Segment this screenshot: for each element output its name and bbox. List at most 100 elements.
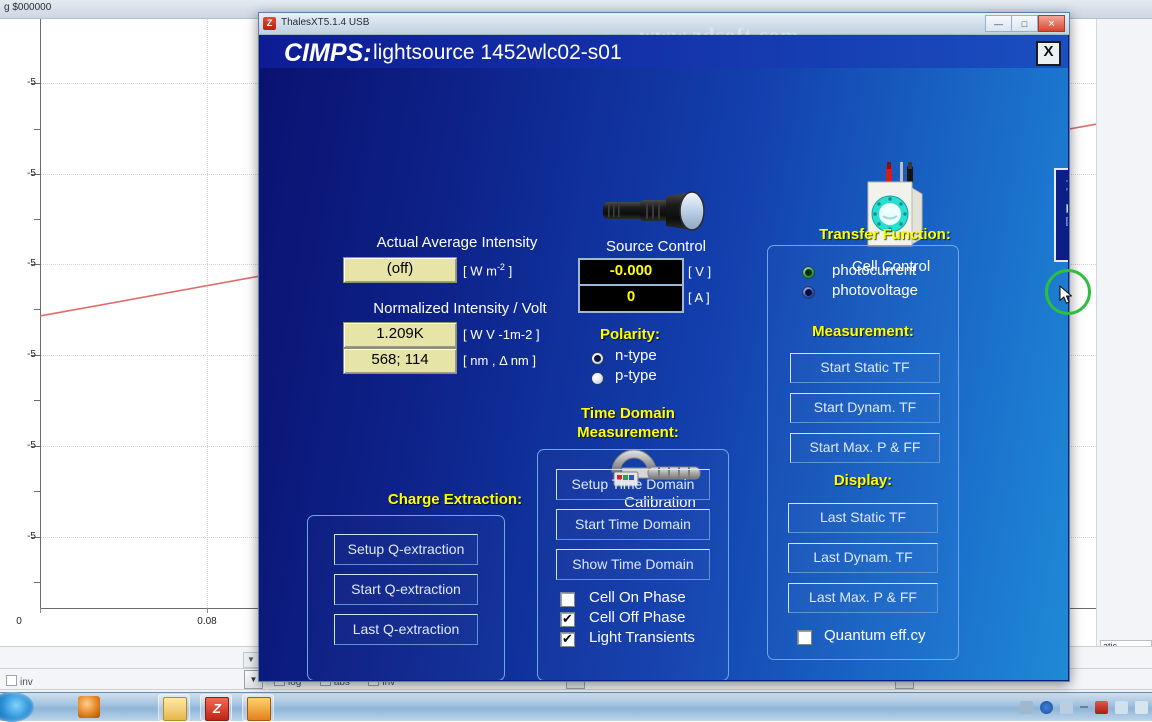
last-q-extraction-label: Last Q-extraction <box>352 621 460 637</box>
y-tick-label: -5 <box>27 531 36 542</box>
checkbox-cell-off-phase[interactable] <box>560 611 575 627</box>
explorer-taskbar-button[interactable] <box>158 694 190 721</box>
setup-q-extraction-button[interactable]: Setup Q-extraction <box>334 534 478 565</box>
polarity-label-n-type: n-type <box>615 347 657 364</box>
tray-action-center-icon[interactable] <box>1060 700 1073 714</box>
unit-suffix: ] <box>504 263 513 279</box>
thales-taskbar-button[interactable]: Z <box>200 694 232 721</box>
voltage-readout: -0.000 <box>578 258 684 287</box>
checkbox-cell-on-phase-label: Cell On Phase <box>589 589 686 606</box>
time-domain-title-line2: Measurement: <box>577 424 679 441</box>
sweep-thumb-label-2: parameters <box>1066 186 1068 191</box>
media-player-icon[interactable] <box>78 696 100 718</box>
show-time-domain-label: Show Time Domain <box>572 556 694 572</box>
polarity-radio-p-type[interactable] <box>591 372 604 385</box>
wavelength-unit: [ nm , Δ nm ] <box>463 353 536 368</box>
start-max-p-ff-button[interactable]: Start Max. P & FF <box>790 433 940 463</box>
display-title: Display: <box>833 472 893 489</box>
y-tick-label: -5 <box>27 349 36 360</box>
tray-screenrec-icon[interactable] <box>1135 700 1148 714</box>
z-app-icon: Z <box>205 697 229 721</box>
sweep-eis-setup-button[interactable]: recording parameters Sweep & EIS setup <box>1054 168 1068 262</box>
actual-average-intensity-title: Actual Average Intensity <box>376 234 538 251</box>
document-name-label: lightsource 1452wlc02-s01 <box>373 41 622 64</box>
normalized-intensity-unit: [ W V -1m-2 ] <box>463 327 540 342</box>
checkbox-quantum-efficiency-label: Quantum eff.cy <box>824 627 926 644</box>
normalized-intensity-value[interactable]: 1.209K <box>343 322 457 348</box>
checkbox-light-transients[interactable] <box>560 631 575 647</box>
x-tick <box>40 608 41 613</box>
chart-app-icon <box>247 697 271 721</box>
last-max-p-ff-button[interactable]: Last Max. P & FF <box>788 583 938 613</box>
radio-photovoltage-label: photovoltage <box>832 282 918 299</box>
sweep-overlay-line1: Sweep & <box>1056 196 1068 216</box>
last-q-extraction-button[interactable]: Last Q-extraction <box>334 614 478 645</box>
windows-taskbar: Z <box>0 692 1152 722</box>
bg-scroll-arrow[interactable]: ▼ <box>243 652 259 668</box>
radio-photovoltage[interactable] <box>802 286 815 299</box>
sweep-overlay-line2: EIS setup <box>1056 224 1068 244</box>
start-q-extraction-button[interactable]: Start Q-extraction <box>334 574 478 605</box>
start-q-extraction-label: Start Q-extraction <box>351 581 461 597</box>
last-static-tf-button[interactable]: Last Static TF <box>788 503 938 533</box>
y-tick-label: -5 <box>27 440 36 451</box>
dialog-close-button[interactable]: X <box>1036 41 1061 66</box>
checkbox-cell-on-phase[interactable] <box>560 592 575 607</box>
voltage-unit: [ V ] <box>688 264 712 279</box>
checkbox-quantum-efficiency[interactable] <box>797 630 812 645</box>
y-tick-label: -5 <box>27 258 36 269</box>
tray-network-icon[interactable] <box>1040 700 1053 714</box>
plot-taskbar-button[interactable] <box>242 694 274 721</box>
app-name-label: CIMPS: <box>284 39 372 67</box>
setup-time-domain-button[interactable]: Setup Time Domain <box>556 469 710 500</box>
background-app-right-panel <box>1096 19 1152 646</box>
cimps-dialog-window: Z ThalesXT5.1.4 USB — □ ✕ www.zdsoft.com… <box>258 12 1091 682</box>
last-dynam-tf-label: Last Dynam. TF <box>813 549 913 565</box>
minimize-button[interactable]: — <box>985 15 1012 32</box>
y-tick-label: -5 <box>27 77 36 88</box>
radio-photocurrent-label: photocurrent <box>832 262 917 279</box>
start-static-tf-button[interactable]: Start Static TF <box>790 353 940 383</box>
normalized-intensity-title: Normalized Intensity / Volt <box>373 300 547 317</box>
transfer-function-title: Transfer Function: <box>819 226 951 243</box>
current-readout: 0 <box>578 284 684 313</box>
time-domain-title-line1: Time Domain <box>581 405 675 422</box>
tray-misc-icon[interactable] <box>1020 700 1033 714</box>
wavelength-value[interactable]: 568; 114 <box>343 348 457 374</box>
bottom-row-left-lower: inv <box>0 668 266 690</box>
close-icon: ✕ <box>1047 18 1056 28</box>
last-static-tf-label: Last Static TF <box>819 509 907 525</box>
dialog-content: Source Control Cell Control Calibration … <box>260 68 1068 680</box>
background-app-title: g $000000 <box>4 2 52 13</box>
maximize-button[interactable]: □ <box>1011 15 1038 32</box>
polarity-title: Polarity: <box>599 326 660 343</box>
maximize-icon: □ <box>1021 18 1028 29</box>
bg-checkbox-inv-left-label: inv <box>20 677 33 688</box>
start-max-p-ff-label: Start Max. P & FF <box>809 439 921 455</box>
tray-alert-icon[interactable] <box>1095 700 1108 714</box>
show-time-domain-button[interactable]: Show Time Domain <box>556 549 710 580</box>
start-time-domain-button[interactable]: Start Time Domain <box>556 509 710 540</box>
setup-time-domain-label: Setup Time Domain <box>571 476 695 492</box>
folder-icon <box>163 697 187 721</box>
radio-photocurrent[interactable] <box>802 266 815 279</box>
last-dynam-tf-button[interactable]: Last Dynam. TF <box>788 543 938 573</box>
last-max-p-ff-label: Last Max. P & FF <box>809 589 917 605</box>
y-tick-label: -5 <box>27 168 36 179</box>
bg-checkbox-inv-left[interactable]: inv <box>6 675 33 688</box>
checkbox-cell-off-phase-label: Cell Off Phase <box>589 609 686 626</box>
polarity-radio-n-type[interactable] <box>591 352 604 365</box>
start-dynam-tf-label: Start Dynam. TF <box>813 399 917 415</box>
flashlight-icon[interactable] <box>600 186 712 236</box>
minimize-icon: — <box>994 18 1003 29</box>
start-button-icon[interactable] <box>0 692 34 722</box>
thales-app-icon: Z <box>263 17 276 30</box>
checkbox-light-transients-label: Light Transients <box>589 629 695 646</box>
actual-average-intensity-unit: [ W m-2 ] <box>463 262 512 278</box>
start-dynam-tf-button[interactable]: Start Dynam. TF <box>790 393 940 423</box>
window-close-button[interactable]: ✕ <box>1038 15 1065 32</box>
tray-volume-icon[interactable] <box>1115 700 1128 714</box>
actual-average-intensity-value[interactable]: (off) <box>343 257 457 283</box>
start-static-tf-label: Start Static TF <box>820 359 910 375</box>
start-time-domain-label: Start Time Domain <box>575 516 691 532</box>
